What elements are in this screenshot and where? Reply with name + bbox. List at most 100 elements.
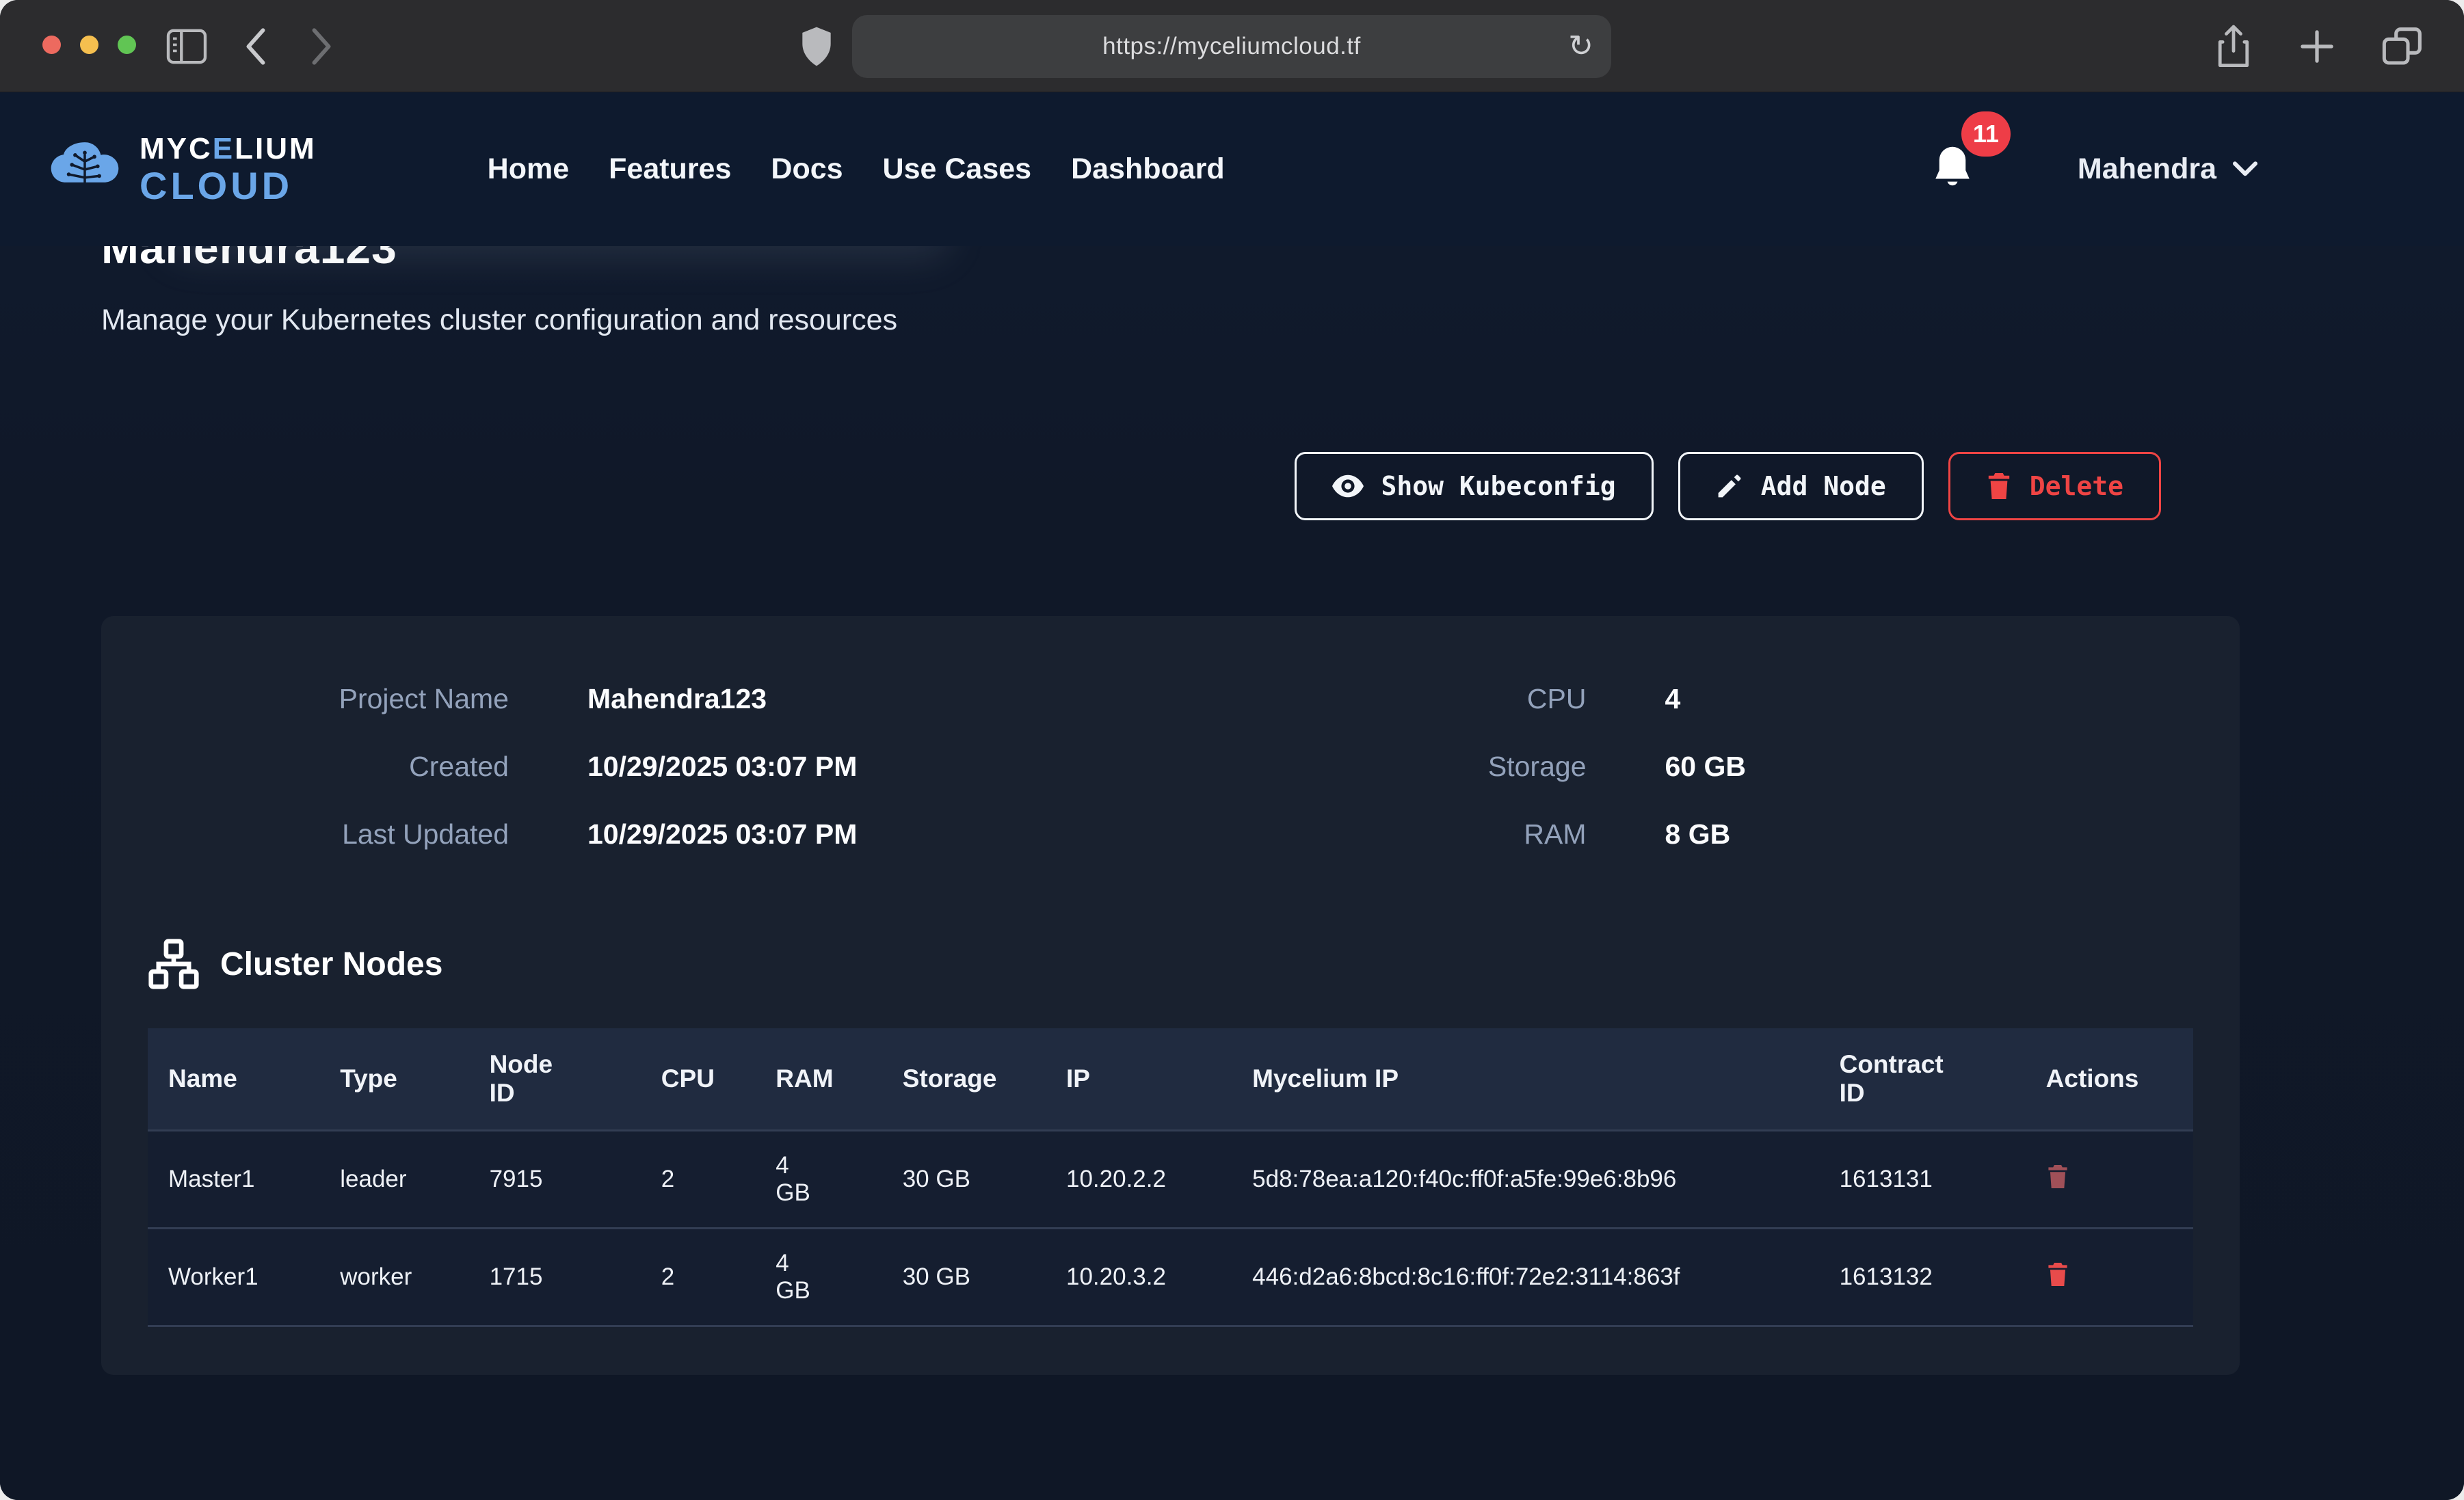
tab-overview-icon[interactable] bbox=[2381, 25, 2424, 68]
cell-storage: 30 GB bbox=[882, 1131, 1046, 1229]
table-row-worker1: Worker1 worker 1715 2 4 GB 30 GB 10.20.3… bbox=[148, 1229, 2193, 1326]
cell-name: Master1 bbox=[148, 1131, 319, 1229]
share-icon[interactable] bbox=[2214, 22, 2253, 71]
trash-icon bbox=[1986, 472, 2012, 500]
url-text: https://myceliumcloud.tf bbox=[1102, 33, 1361, 60]
nav-link-features[interactable]: Features bbox=[609, 152, 731, 186]
project-name-label: Project Name bbox=[148, 683, 509, 715]
col-ip: IP bbox=[1046, 1028, 1232, 1131]
last-updated-label: Last Updated bbox=[148, 818, 509, 851]
notifications-button[interactable]: 11 bbox=[1930, 143, 1975, 196]
brand-line2: CLOUD bbox=[140, 167, 317, 205]
cluster-info: Project Name Mahendra123 Created 10/29/2… bbox=[148, 683, 2193, 851]
storage-value: 60 GB bbox=[1665, 751, 1747, 783]
project-name-value: Mahendra123 bbox=[587, 683, 767, 715]
address-bar[interactable]: https://myceliumcloud.tf ↻ bbox=[852, 15, 1611, 78]
cell-ip: 10.20.2.2 bbox=[1046, 1131, 1232, 1229]
info-row: Storage 60 GB bbox=[1184, 751, 2194, 783]
forward-button[interactable] bbox=[306, 0, 336, 92]
info-row: CPU 4 bbox=[1184, 683, 2194, 715]
chevron-down-icon bbox=[2231, 160, 2259, 179]
sidebar-toggle-icon[interactable] bbox=[165, 0, 208, 92]
cell-name: Worker1 bbox=[148, 1229, 319, 1326]
notification-badge: 11 bbox=[1961, 111, 2011, 157]
nav-link-use-cases[interactable]: Use Cases bbox=[883, 152, 1032, 186]
col-actions: Actions bbox=[2026, 1028, 2193, 1131]
show-kubeconfig-button[interactable]: Show Kubeconfig bbox=[1295, 452, 1654, 520]
browser-toolbar: https://myceliumcloud.tf ↻ bbox=[0, 0, 2464, 92]
storage-label: Storage bbox=[1184, 751, 1587, 783]
mycelium-cloud-logo-icon bbox=[48, 138, 122, 201]
trash-icon bbox=[2046, 1261, 2069, 1287]
ram-label: RAM bbox=[1184, 818, 1587, 851]
cluster-actions: Show Kubeconfig Add Node Delete bbox=[101, 452, 2161, 520]
cell-node-id: 7915 bbox=[469, 1131, 641, 1229]
stylized-e: E bbox=[213, 132, 235, 165]
cell-cpu: 2 bbox=[641, 1131, 755, 1229]
cell-actions bbox=[2026, 1131, 2193, 1229]
brand-line1: MYCELIUM bbox=[140, 134, 317, 164]
info-row: Created 10/29/2025 03:07 PM bbox=[148, 751, 1157, 783]
pencil-icon bbox=[1716, 472, 1743, 500]
back-button[interactable] bbox=[241, 0, 271, 92]
cell-ram: 4 GB bbox=[755, 1229, 882, 1326]
col-cpu: CPU bbox=[641, 1028, 755, 1131]
col-mycelium-ip: Mycelium IP bbox=[1232, 1028, 1818, 1131]
brand-logo[interactable]: MYCELIUM CLOUD bbox=[48, 134, 317, 205]
zoom-window-button[interactable] bbox=[118, 36, 136, 54]
cpu-value: 4 bbox=[1665, 683, 1681, 715]
info-row: RAM 8 GB bbox=[1184, 818, 2194, 851]
cell-node-id: 1715 bbox=[469, 1229, 641, 1326]
minimize-window-button[interactable] bbox=[80, 36, 98, 54]
cell-contract-id: 1613131 bbox=[1819, 1131, 2026, 1229]
cell-mycelium-ip: 446:d2a6:8bcd:8c16:ff0f:72e2:3114:863f bbox=[1232, 1229, 1818, 1326]
cell-ram: 4 GB bbox=[755, 1131, 882, 1229]
page-subtitle: Manage your Kubernetes cluster configura… bbox=[101, 304, 2240, 337]
cluster-nodes-header: Cluster Nodes bbox=[148, 938, 2193, 990]
new-tab-icon[interactable] bbox=[2297, 27, 2337, 66]
cell-type: worker bbox=[319, 1229, 468, 1326]
nav-link-docs[interactable]: Docs bbox=[771, 152, 843, 186]
delete-cluster-button[interactable]: Delete bbox=[1948, 452, 2161, 520]
cell-cpu: 2 bbox=[641, 1229, 755, 1326]
cell-ip: 10.20.3.2 bbox=[1046, 1229, 1232, 1326]
trash-icon bbox=[2046, 1164, 2069, 1190]
close-window-button[interactable] bbox=[42, 36, 61, 54]
user-name: Mahendra bbox=[2078, 152, 2216, 186]
cell-actions bbox=[2026, 1229, 2193, 1326]
nav-link-home[interactable]: Home bbox=[488, 152, 569, 186]
add-node-button[interactable]: Add Node bbox=[1678, 452, 1924, 520]
browser-window: https://myceliumcloud.tf ↻ bbox=[0, 0, 2464, 1500]
delete-node-button[interactable] bbox=[2046, 1261, 2069, 1289]
col-ram: RAM bbox=[755, 1028, 882, 1131]
ram-value: 8 GB bbox=[1665, 818, 1731, 851]
cell-type: leader bbox=[319, 1131, 468, 1229]
col-storage: Storage bbox=[882, 1028, 1046, 1131]
created-label: Created bbox=[148, 751, 509, 783]
privacy-shield-icon[interactable] bbox=[799, 0, 834, 92]
cluster-details-card: Project Name Mahendra123 Created 10/29/2… bbox=[101, 616, 2240, 1375]
cell-storage: 30 GB bbox=[882, 1229, 1046, 1326]
cell-mycelium-ip: 5d8:78ea:a120:f40c:ff0f:a5fe:99e6:8b96 bbox=[1232, 1131, 1818, 1229]
info-row: Last Updated 10/29/2025 03:07 PM bbox=[148, 818, 1157, 851]
table-header-row: Name Type Node ID CPU RAM Storage IP Myc… bbox=[148, 1028, 2193, 1131]
cluster-nodes-title: Cluster Nodes bbox=[220, 946, 442, 983]
cpu-label: CPU bbox=[1184, 683, 1587, 715]
cell-contract-id: 1613132 bbox=[1819, 1229, 2026, 1326]
page-content: MYCELIUM CLOUD Home Features Docs Use Ca… bbox=[0, 92, 2464, 1500]
cluster-nodes-table: Name Type Node ID CPU RAM Storage IP Myc… bbox=[148, 1028, 2193, 1327]
reload-icon[interactable]: ↻ bbox=[1568, 31, 1593, 62]
network-icon bbox=[148, 938, 200, 990]
eye-icon bbox=[1332, 474, 1364, 498]
nav-link-dashboard[interactable]: Dashboard bbox=[1071, 152, 1225, 186]
last-updated-value: 10/29/2025 03:07 PM bbox=[587, 818, 857, 851]
col-name: Name bbox=[148, 1028, 319, 1131]
user-menu[interactable]: Mahendra bbox=[2078, 152, 2259, 186]
nav-links: Home Features Docs Use Cases Dashboard bbox=[488, 152, 1225, 186]
top-navbar: MYCELIUM CLOUD Home Features Docs Use Ca… bbox=[0, 92, 2464, 246]
table-row-master1: Master1 leader 7915 2 4 GB 30 GB 10.20.2… bbox=[148, 1131, 2193, 1229]
col-node-id: Node ID bbox=[469, 1028, 641, 1131]
traffic-lights bbox=[42, 36, 136, 54]
delete-node-button[interactable] bbox=[2046, 1164, 2069, 1192]
col-type: Type bbox=[319, 1028, 468, 1131]
